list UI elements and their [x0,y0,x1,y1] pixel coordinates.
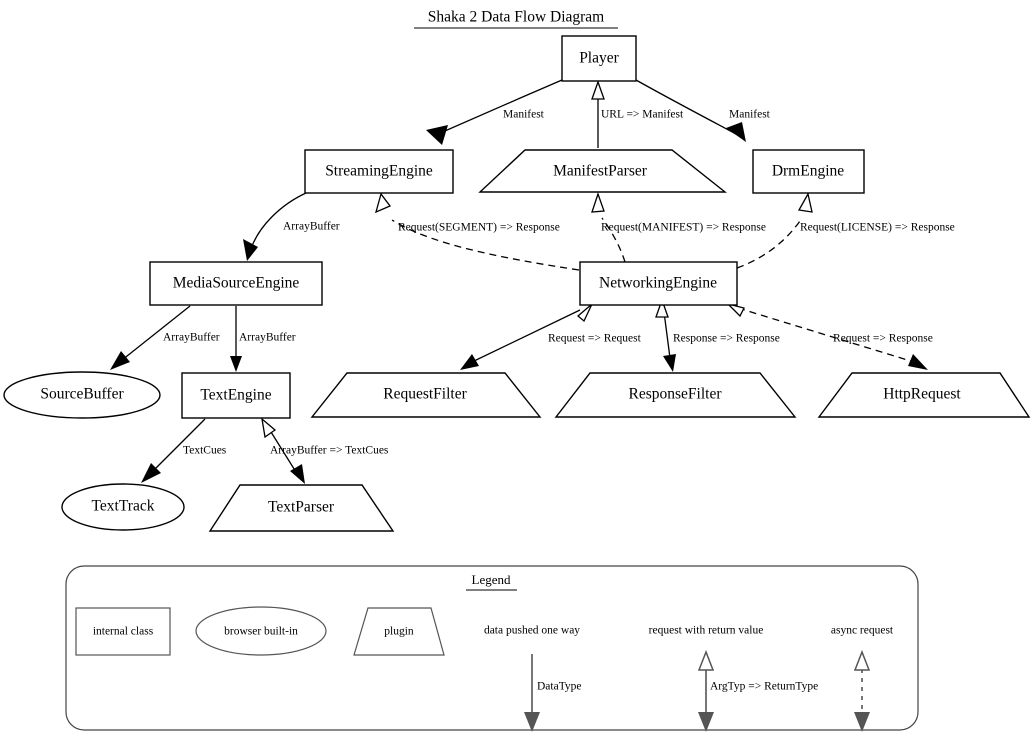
node-streamingengine-label: StreamingEngine [325,163,433,180]
legend-item-plugin: plugin [353,607,445,656]
node-manifestparser[interactable]: ManifestParser [478,149,728,193]
node-sourcebuffer-label: SourceBuffer [40,386,124,403]
node-sourcebuffer[interactable]: SourceBuffer [3,371,161,419]
legend-edge-return-label: ArgTyp => ReturnType [710,681,818,693]
legend-item-browser-builtin: browser built-in [195,606,327,656]
legend-box-label: internal class [93,626,154,638]
edge-mediasourceengine-textengine: ArrayBuffer [230,306,296,372]
edge-networkingengine-streamingengine: Request(SEGMENT) => Response [375,192,580,271]
node-streamingengine[interactable]: StreamingEngine [304,149,454,194]
edge-label-manifestparser-player: URL => Manifest [601,109,684,121]
node-textparser-label: TextParser [268,499,335,516]
legend-edge-return-caption: request with return value [649,625,764,637]
node-responsefilter-label: ResponseFilter [629,386,723,403]
node-responsefilter[interactable]: ResponseFilter [554,372,797,418]
node-networkingengine[interactable]: NetworkingEngine [579,261,738,306]
node-manifestparser-label: ManifestParser [553,163,648,180]
edge-player-streamingengine: Manifest [426,79,563,145]
edge-networkingengine-responsefilter: Response => Response [655,298,780,372]
edge-streamingengine-mediasourceengine: ArrayBuffer [243,192,340,261]
node-httprequest-label: HttpRequest [883,386,961,403]
node-textparser[interactable]: TextParser [208,484,395,532]
node-httprequest[interactable]: HttpRequest [817,372,1031,418]
edge-label-player-streamingengine: Manifest [503,109,545,121]
node-player-label: Player [579,50,619,67]
diagram-title: Shaka 2 Data Flow Diagram [414,9,618,29]
edge-label-textengine-texttrack: TextCues [183,445,227,457]
node-requestfilter-label: RequestFilter [383,386,467,403]
legend-panel [65,565,919,731]
edge-networkingengine-manifestparser: Request(MANIFEST) => Response [591,191,766,263]
edge-networkingengine-drmengine: Request(LICENSE) => Response [736,192,955,269]
node-textengine[interactable]: TextEngine [181,372,291,419]
edge-label-mediasourceengine-textengine: ArrayBuffer [239,332,296,344]
edge-label-networkingengine-drmengine: Request(LICENSE) => Response [800,222,955,234]
edge-label-networkingengine-requestfilter: Request => Request [548,333,642,345]
edge-manifestparser-player: URL => Manifest [591,80,684,148]
edge-label-networkingengine-responsefilter: Response => Response [673,333,780,345]
legend-trapezoid-label: plugin [384,626,414,638]
edge-networkingengine-requestfilter: Request => Request [460,303,642,370]
legend: Legend internal class browser built-in p… [65,565,919,732]
node-drmengine-label: DrmEngine [772,163,844,180]
legend-edge-async-caption: async request [831,625,894,637]
edge-label-streamingengine-mediasourceengine: ArrayBuffer [283,221,340,233]
legend-edge-push-label: DataType [537,681,582,693]
edge-mediasourceengine-sourcebuffer: ArrayBuffer [110,305,220,370]
node-textengine-label: TextEngine [200,387,271,404]
node-networkingengine-label: NetworkingEngine [599,275,717,292]
diagram-title-text: Shaka 2 Data Flow Diagram [428,9,605,26]
edge-label-mediasourceengine-sourcebuffer: ArrayBuffer [163,332,220,344]
node-mediasourceengine-label: MediaSourceEngine [173,275,300,292]
edge-label-textengine-textparser: ArrayBuffer => TextCues [270,445,389,457]
edge-label-networkingengine-httprequest: Request => Response [833,333,933,345]
legend-item-internal-class: internal class [75,607,171,656]
node-drmengine[interactable]: DrmEngine [752,149,865,194]
node-texttrack-label: TextTrack [92,498,155,515]
edge-label-networkingengine-streamingengine: Request(SEGMENT) => Response [398,222,560,234]
legend-ellipse-label: browser built-in [224,626,298,638]
node-texttrack[interactable]: TextTrack [61,483,185,531]
node-requestfilter[interactable]: RequestFilter [310,372,542,418]
edge-label-networkingengine-manifestparser: Request(MANIFEST) => Response [601,222,766,234]
node-player[interactable]: Player [561,35,637,82]
edge-textengine-textparser: ArrayBuffer => TextCues [261,417,389,484]
node-mediasourceengine[interactable]: MediaSourceEngine [149,261,323,306]
legend-edge-push-caption: data pushed one way [484,625,580,637]
legend-title: Legend [472,572,511,587]
edge-textengine-texttrack: TextCues [141,418,227,483]
edge-label-player-drmengine: Manifest [729,109,771,121]
diagram-canvas: Shaka 2 Data Flow Diagram Manifest URL =… [0,0,1031,749]
